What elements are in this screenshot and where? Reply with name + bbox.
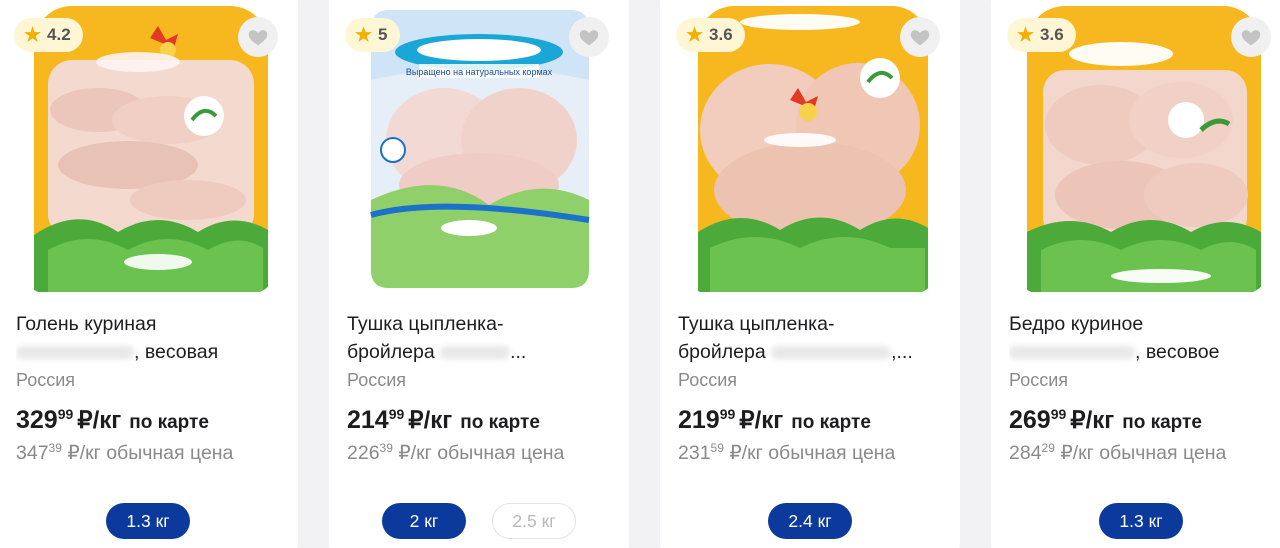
redacted-brand: [16, 346, 134, 360]
star-icon: ★: [355, 24, 373, 46]
package-label: Выращено на натуральных кормах: [406, 67, 553, 77]
weight-option[interactable]: 1.3 кг: [106, 503, 190, 539]
rating-value: 3.6: [709, 25, 733, 44]
rating-badge: ★ 3.6: [676, 18, 745, 52]
card-price: 214 99 ₽/кг по карте: [347, 406, 540, 435]
redacted-brand: [440, 346, 511, 360]
rating-value: 3.6: [1040, 25, 1064, 44]
title-line-1: Бедро куриное: [1009, 313, 1144, 335]
regular-price-integer: 231: [678, 442, 711, 464]
card-price: 219 99 ₽/кг по карте: [678, 406, 871, 435]
rating-value: 4.2: [47, 25, 71, 44]
star-icon: ★: [686, 24, 704, 46]
title-line-2: , весовое: [1009, 338, 1259, 366]
card-price-integer: 214: [347, 406, 389, 434]
regular-price: 28429 ₽/кг обычная цена: [1009, 441, 1259, 468]
regular-price-decimal: 39: [48, 441, 62, 455]
product-country: Россия: [678, 370, 738, 390]
favorite-button[interactable]: [1231, 17, 1271, 57]
weight-option-unavailable[interactable]: 2.5 кг: [492, 503, 576, 539]
heart-icon: [1241, 30, 1261, 46]
card-price-note: по карте: [791, 412, 871, 433]
card-price-decimal: 99: [1050, 406, 1067, 422]
product-country: Россия: [1009, 370, 1069, 390]
title-line-2: , весовая: [16, 338, 266, 366]
favorite-button[interactable]: [569, 17, 609, 57]
star-icon: ★: [1017, 24, 1035, 46]
card-price-note: по карте: [460, 412, 540, 433]
regular-price-text: ₽/кг обычная цена: [67, 442, 234, 464]
title-line-2: бройлера ,...: [678, 341, 913, 363]
rating-badge: ★ 4.2: [14, 18, 83, 52]
title-line-2: бройлера ...: [347, 341, 527, 363]
product-card[interactable]: ★ 3.6 Бедро куриное , весовое Россия 269…: [991, 0, 1280, 548]
product-country: Россия: [16, 370, 76, 390]
card-price-decimal: 99: [388, 406, 405, 422]
card-price-integer: 219: [678, 406, 720, 434]
regular-price-decimal: 39: [379, 441, 393, 455]
card-price-integer: 269: [1009, 406, 1051, 434]
redacted-brand: [1009, 346, 1135, 360]
favorite-button[interactable]: [900, 17, 940, 57]
title-line-1: Голень куриная: [16, 313, 157, 335]
card-price-note: по карте: [1122, 412, 1202, 433]
weight-options: 2.4 кг: [660, 503, 960, 539]
regular-price-text: ₽/кг обычная цена: [729, 442, 896, 464]
card-price-unit: ₽/кг: [739, 407, 784, 434]
heart-icon: [248, 30, 268, 46]
product-country: Россия: [347, 370, 407, 390]
product-card[interactable]: Выращено на натуральных кормах ★ 5 Тушка…: [329, 0, 629, 548]
regular-price-integer: 226: [347, 442, 380, 464]
product-title[interactable]: Тушка цыпленка- бройлера ,...: [678, 310, 928, 366]
rating-value: 5: [378, 25, 388, 44]
title-line-1: Тушка цыпленка-: [347, 313, 504, 335]
weight-options: 2 кг 2.5 кг: [329, 503, 629, 539]
weight-options: 1.3 кг: [0, 503, 298, 539]
weight-option[interactable]: 1.3 кг: [1099, 503, 1183, 539]
card-price-unit: ₽/кг: [1070, 407, 1115, 434]
redacted-brand: [771, 346, 892, 360]
regular-price: 34739 ₽/кг обычная цена: [16, 441, 266, 468]
weight-options: 1.3 кг: [991, 503, 1280, 539]
regular-price: 23159 ₽/кг обычная цена: [678, 441, 928, 468]
rating-badge: ★ 5: [345, 18, 400, 52]
regular-price-integer: 284: [1009, 442, 1042, 464]
product-title[interactable]: Бедро куриное , весовое: [1009, 310, 1259, 366]
card-price-note: по карте: [129, 412, 209, 433]
title-line-1: Тушка цыпленка-: [678, 313, 835, 335]
card-price-unit: ₽/кг: [408, 407, 453, 434]
star-icon: ★: [24, 24, 42, 46]
heart-icon: [579, 30, 599, 46]
weight-option[interactable]: 2.4 кг: [768, 503, 852, 539]
rating-badge: ★ 3.6: [1007, 18, 1076, 52]
card-price: 269 99 ₽/кг по карте: [1009, 406, 1202, 435]
regular-price-text: ₽/кг обычная цена: [398, 442, 565, 464]
regular-price: 22639 ₽/кг обычная цена: [347, 441, 597, 468]
regular-price-integer: 347: [16, 442, 49, 464]
product-card[interactable]: ★ 4.2 Голень куриная , весовая Россия 32…: [0, 0, 298, 548]
favorite-button[interactable]: [238, 17, 278, 57]
product-card[interactable]: ★ 3.6 Тушка цыпленка- бройлера ,... Росс…: [660, 0, 960, 548]
card-price-decimal: 99: [57, 406, 74, 422]
weight-option[interactable]: 2 кг: [382, 503, 466, 539]
regular-price-text: ₽/кг обычная цена: [1060, 442, 1227, 464]
card-price: 329 99 ₽/кг по карте: [16, 406, 209, 435]
card-price-integer: 329: [16, 406, 58, 434]
card-price-decimal: 99: [719, 406, 736, 422]
heart-icon: [910, 30, 930, 46]
regular-price-decimal: 59: [710, 441, 724, 455]
card-price-unit: ₽/кг: [77, 407, 122, 434]
product-title[interactable]: Голень куриная , весовая: [16, 310, 266, 366]
regular-price-decimal: 29: [1041, 441, 1055, 455]
product-title[interactable]: Тушка цыпленка- бройлера ...: [347, 310, 597, 366]
